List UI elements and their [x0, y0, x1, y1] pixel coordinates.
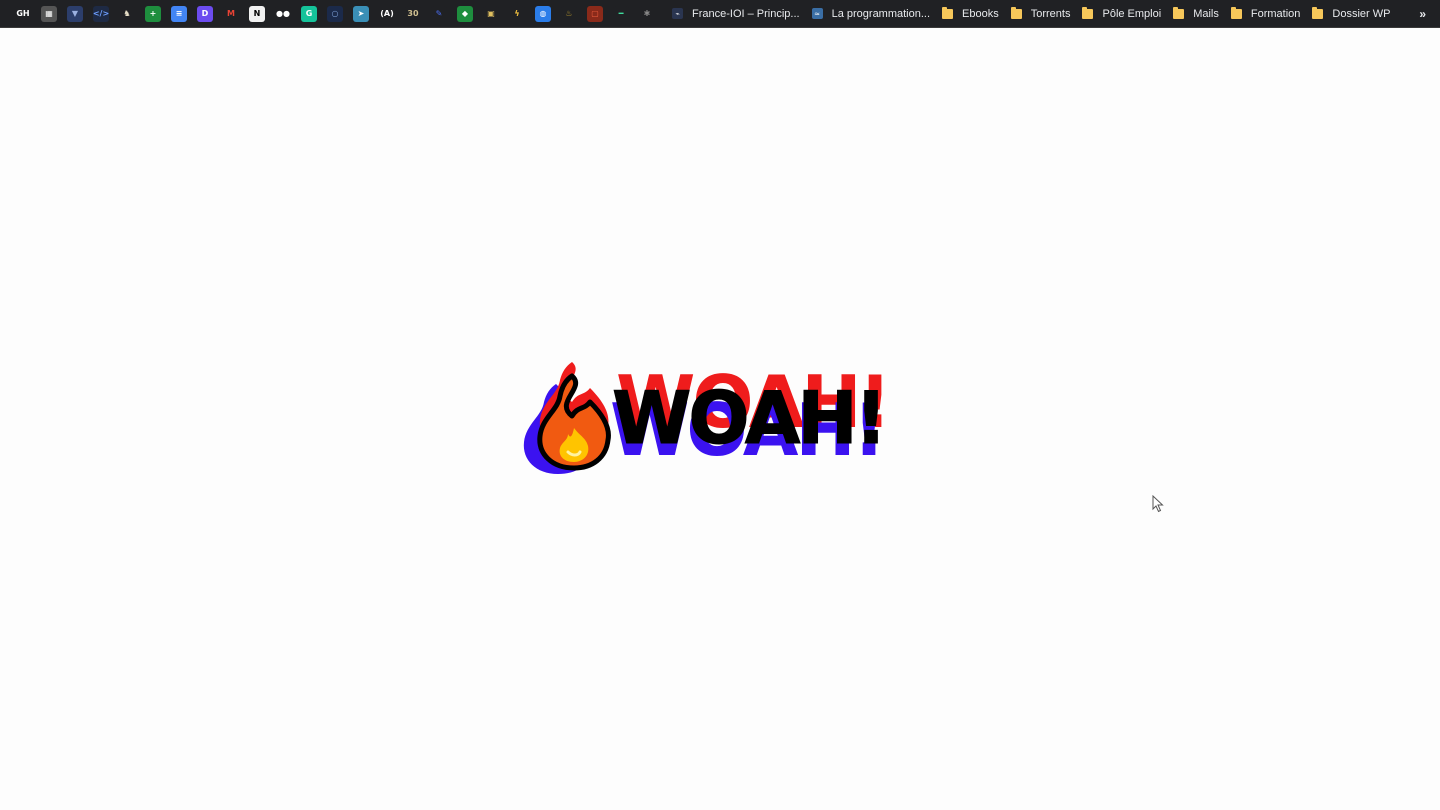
gear-icon[interactable]: ✱ — [639, 5, 655, 22]
30-icon[interactable]: 30 — [405, 5, 421, 22]
shield-icon[interactable]: ▼ — [67, 5, 83, 22]
folder-icon — [1173, 6, 1185, 19]
folder-icon — [942, 6, 954, 19]
send-icon[interactable]: ➤ — [353, 5, 369, 22]
bolt-icon[interactable]: ϟ — [509, 5, 525, 22]
circle-icon[interactable]: ○ — [327, 5, 343, 22]
pen-icon[interactable]: ✎ — [431, 5, 447, 22]
bookmark-formation[interactable]: Formation — [1230, 0, 1301, 28]
leaf-icon[interactable]: ◆ — [457, 5, 473, 22]
dash-icon[interactable]: ━ — [613, 5, 629, 22]
bookmark-label: Mails — [1193, 7, 1219, 20]
bulb-icon[interactable]: ♨ — [561, 5, 577, 22]
bookmarks-overflow-button[interactable]: » — [1419, 0, 1426, 28]
docs-icon[interactable]: ≡ — [171, 5, 187, 22]
bookmark-torrents[interactable]: Torrents — [1010, 0, 1071, 28]
bookmarks-bar: GH ▦ ▼ </> ♞ + ≡ D M N ●● G ○ ➤ (A) 30 ✎ ◆ ▣ ϟ ◍ ♨ ▢ ━ ✱ ⌁ France… — [0, 0, 1440, 28]
site-favicon-icon: ⌁ — [672, 8, 683, 19]
globe-icon[interactable]: ◍ — [535, 5, 551, 22]
folder-icon — [1230, 6, 1242, 19]
bookmark-label: Dossier WP — [1332, 7, 1391, 20]
sheets-icon[interactable]: + — [145, 5, 161, 22]
folder-icon — [1312, 6, 1324, 19]
bookmark-pole-emploi[interactable]: Pôle Emploi — [1082, 0, 1161, 28]
deer-icon[interactable]: ♞ — [119, 5, 135, 22]
bookmark-label: Torrents — [1030, 7, 1071, 20]
bookmark-label: Ebooks — [962, 7, 999, 20]
fire-icon — [537, 373, 611, 471]
mouse-cursor-icon — [1152, 495, 1164, 513]
bookmark-la-programmation[interactable]: ≈ La programmation... — [811, 0, 931, 28]
box-icon[interactable]: ▣ — [483, 5, 499, 22]
bookmark-icon-row: GH ▦ ▼ </> ♞ + ≡ D M N ●● G ○ ➤ (A) 30 ✎ ◆ ▣ ϟ ◍ ♨ ▢ ━ ✱ — [10, 0, 660, 28]
frame-icon[interactable]: ▢ — [587, 5, 603, 22]
code-icon[interactable]: </> — [93, 5, 109, 22]
a11y-icon[interactable]: (A) — [379, 5, 395, 22]
gh-icon[interactable]: GH — [15, 5, 31, 22]
bookmark-label: France-IOI – Princip... — [692, 7, 800, 20]
grammarly-icon[interactable]: G — [301, 5, 317, 22]
bookmark-label: Formation — [1250, 7, 1301, 20]
folder-icon — [1010, 6, 1022, 19]
bookmark-ebooks[interactable]: Ebooks — [942, 0, 999, 28]
gmail-icon[interactable]: M — [223, 5, 239, 22]
folder-icon — [1082, 6, 1094, 19]
bookmark-mails[interactable]: Mails — [1173, 0, 1219, 28]
bookmark-label: La programmation... — [831, 7, 931, 20]
woah-text: WOAH! — [612, 376, 889, 460]
woah-logo: WOAH! WOAH! WOAH! — [516, 352, 916, 482]
notion-icon[interactable]: N — [249, 5, 265, 22]
medium-icon[interactable]: ●● — [275, 5, 291, 22]
d-app-icon[interactable]: D — [197, 5, 213, 22]
bookmark-dossier-wp[interactable]: Dossier WP — [1312, 0, 1390, 28]
bookmark-list: ⌁ France-IOI – Princip... ≈ La programmatio… — [660, 0, 1390, 28]
bookmark-label: Pôle Emploi — [1102, 7, 1162, 20]
page-icon[interactable]: ▦ — [41, 5, 57, 22]
site-favicon-icon: ≈ — [811, 8, 823, 19]
bookmark-france-ioi[interactable]: ⌁ France-IOI – Princip... — [672, 0, 800, 28]
